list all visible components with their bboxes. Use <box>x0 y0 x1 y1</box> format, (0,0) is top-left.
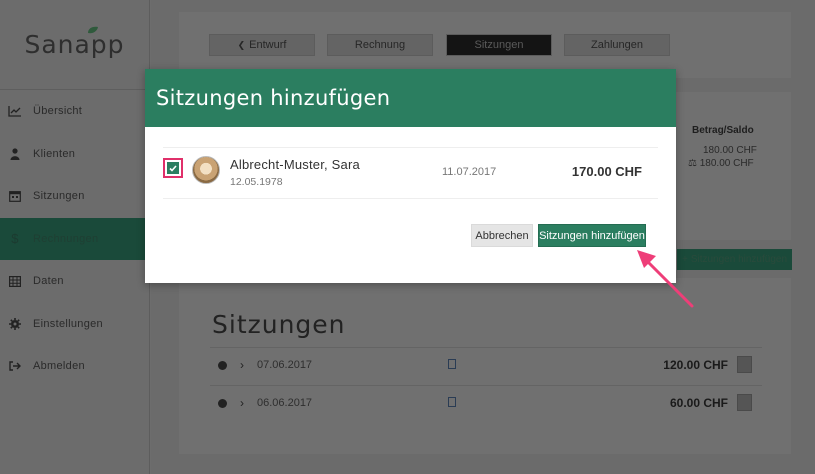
leaf-icon <box>88 26 98 34</box>
sidebar-item-rechnungen[interactable]: $ Rechnungen <box>0 217 149 260</box>
sidebar-item-daten[interactable]: Daten <box>0 260 149 303</box>
user-icon <box>8 147 22 161</box>
modal-header: Sitzungen hinzufügen <box>145 69 676 127</box>
app-logo: Sanapp <box>0 0 149 90</box>
sidebar-item-klienten[interactable]: Klienten <box>0 133 149 176</box>
sidebar: Sanapp Übersicht Klienten Sitzungen $ Re… <box>0 0 150 474</box>
dropdown-toggle[interactable] <box>737 356 752 373</box>
scale-icon: ⚖ <box>688 158 697 169</box>
session-checkbox[interactable] <box>163 158 183 178</box>
modal-title: Sitzungen hinzufügen <box>156 86 391 110</box>
remove-icon[interactable] <box>218 361 227 370</box>
dollar-icon: $ <box>11 231 19 247</box>
balance-header: Betrag/Saldo <box>692 125 754 136</box>
table-icon <box>8 274 22 288</box>
dropdown-toggle[interactable] <box>737 394 752 411</box>
client-birthdate: 12.05.1978 <box>230 176 283 188</box>
sidebar-item-label: Übersicht <box>33 105 83 118</box>
add-sessions-modal: Sitzungen hinzufügen Albrecht-Muster, Sa… <box>145 69 676 283</box>
sidebar-item-label: Sitzungen <box>33 190 85 203</box>
session-date: 11.07.2017 <box>442 166 497 178</box>
sessions-title: Sitzungen <box>212 310 346 339</box>
session-amount: 60.00 CHF <box>669 396 728 410</box>
chart-line-icon <box>8 104 22 118</box>
client-name: Albrecht-Muster, Sara <box>230 157 360 172</box>
document-icon[interactable] <box>448 359 456 369</box>
sidebar-item-label: Abmelden <box>33 360 85 373</box>
sidebar-item-uebersicht[interactable]: Übersicht <box>0 90 149 133</box>
session-list-item[interactable]: Albrecht-Muster, Sara 12.05.1978 11.07.2… <box>163 147 658 199</box>
sidebar-item-label: Einstellungen <box>33 317 103 330</box>
avatar <box>192 156 220 184</box>
document-icon[interactable] <box>448 397 456 407</box>
session-date: 06.06.2017 <box>257 397 313 409</box>
remove-icon[interactable] <box>218 399 227 408</box>
gear-icon <box>8 317 22 331</box>
sidebar-item-sitzungen[interactable]: Sitzungen <box>0 175 149 218</box>
sidebar-item-label: Klienten <box>33 147 76 160</box>
sidebar-item-abmelden[interactable]: Abmelden <box>0 345 149 388</box>
sidebar-item-label: Daten <box>33 275 64 288</box>
table-row: › 06.06.2017 60.00 CHF <box>210 385 762 423</box>
session-amount: 170.00 CHF <box>571 164 642 179</box>
session-amount: 120.00 CHF <box>663 358 728 372</box>
tab-rechnung[interactable]: Rechnung <box>327 34 433 56</box>
table-row: › 07.06.2017 120.00 CHF <box>210 347 762 385</box>
invoice-balance: ⚖ 180.00 CHF <box>688 158 754 169</box>
tab-sitzungen[interactable]: Sitzungen <box>446 34 552 56</box>
cancel-button[interactable]: Abbrechen <box>471 224 533 247</box>
chevron-right-icon[interactable]: › <box>240 358 244 372</box>
tab-zahlungen[interactable]: Zahlungen <box>564 34 670 56</box>
sign-out-icon <box>8 359 22 373</box>
sidebar-item-einstellungen[interactable]: Einstellungen <box>0 303 149 346</box>
session-date: 07.06.2017 <box>257 359 313 371</box>
chevron-right-icon[interactable]: › <box>240 396 244 410</box>
tab-entwurf[interactable]: ❮ Entwurf <box>209 34 315 56</box>
annotation-arrow-icon <box>637 250 694 308</box>
invoice-amount: 180.00 CHF <box>703 145 757 156</box>
check-icon <box>167 162 179 174</box>
sidebar-item-label: Rechnungen <box>33 232 99 245</box>
calendar-icon <box>8 189 22 203</box>
